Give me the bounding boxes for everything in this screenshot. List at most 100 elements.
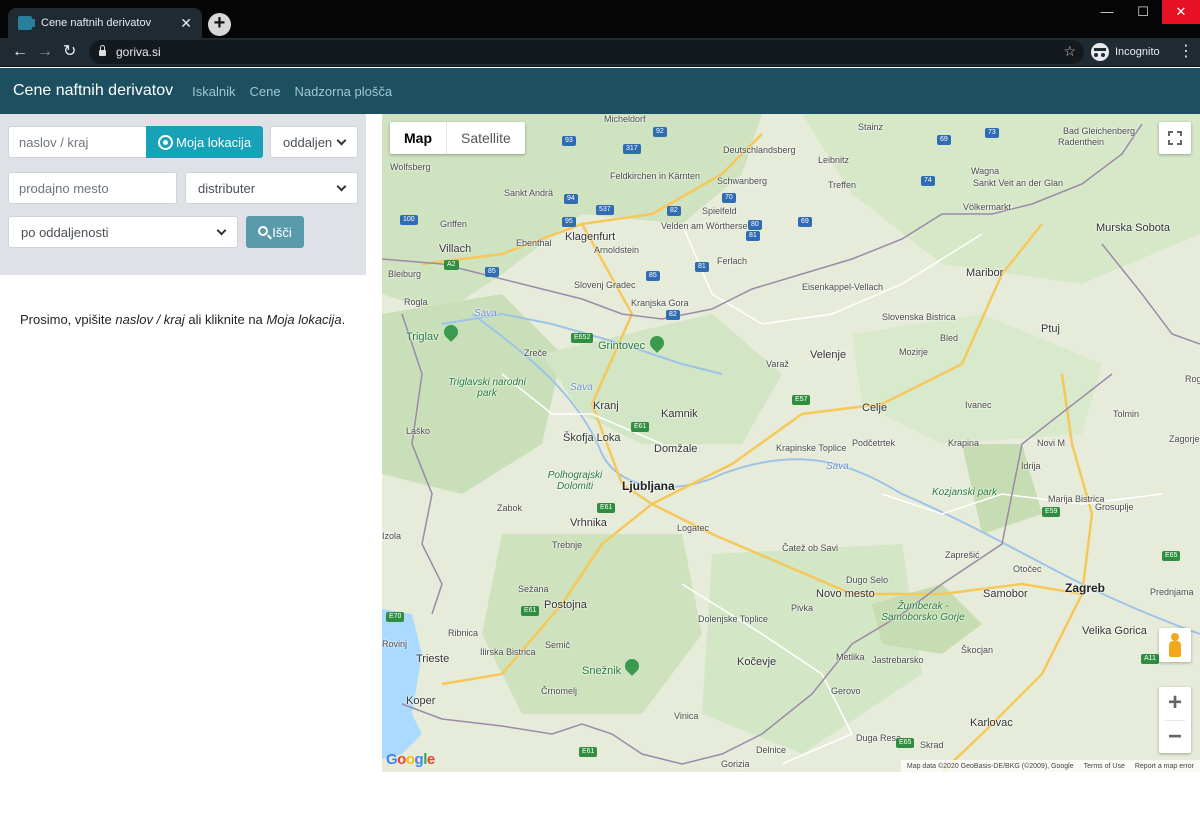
- road-shield: 74: [921, 176, 935, 186]
- map-attribution: Map data ©2020 GeoBasis-DE/BKG (©2009), …: [900, 760, 1200, 772]
- reload-icon[interactable]: ↻: [63, 43, 76, 61]
- lock-icon[interactable]: [99, 45, 106, 56]
- chevron-down-icon: [336, 135, 347, 145]
- map-label: Radenthein: [1058, 137, 1105, 147]
- map-label: Sava: [474, 308, 497, 319]
- map-label: Domžale: [654, 443, 698, 455]
- map-label: Kranjska Gora: [631, 298, 689, 308]
- search-hint: Prosimo, vpišite naslov / kraj ali klikn…: [20, 312, 346, 327]
- map-label: Delnice: [756, 745, 787, 755]
- search-button[interactable]: Išči: [246, 216, 304, 248]
- bookmark-star-icon[interactable]: ☆: [1063, 43, 1076, 60]
- browser-menu-icon[interactable]: ⋮: [1178, 42, 1194, 62]
- chevron-down-icon: [336, 181, 347, 191]
- road-shield: E65: [896, 738, 915, 748]
- google-logo[interactable]: Google: [386, 751, 435, 768]
- map-label: Rogaška Slatina: [1185, 374, 1200, 384]
- address-bar[interactable]: goriva.si ☆: [89, 40, 1084, 64]
- map-label: Pivka: [791, 603, 814, 613]
- address-input[interactable]: naslov / kraj: [8, 126, 147, 158]
- map-label: Dugo Selo: [846, 575, 889, 585]
- map-label: Velden am Wörthersee: [661, 221, 753, 231]
- map-label: Prednjama: [1150, 587, 1194, 597]
- map-label: Karlovac: [970, 717, 1013, 729]
- map-label: Krapinske Toplice: [776, 443, 847, 453]
- map-label: Postojna: [544, 599, 587, 611]
- incognito-indicator[interactable]: Incognito: [1091, 41, 1160, 63]
- map-label: Ferlach: [717, 256, 748, 266]
- map-label: Bled: [940, 333, 959, 343]
- report-map-error-link[interactable]: Report a map error: [1135, 763, 1194, 770]
- distributor-select[interactable]: distributer: [185, 172, 358, 204]
- maximize-window-icon[interactable]: ☐: [1124, 0, 1162, 24]
- navbar-brand[interactable]: Cene naftnih derivatov: [13, 82, 173, 100]
- map-label: Logatec: [677, 523, 710, 533]
- map-label: Slovenj Gradec: [574, 280, 636, 290]
- map[interactable]: Ljubljana Zagreb Villach Klagenfurt Mari…: [382, 114, 1200, 772]
- map-label: Krapina: [948, 438, 980, 448]
- map-type-control: Map Satellite: [390, 122, 525, 154]
- map-label: Koper: [406, 695, 436, 707]
- forward-arrow-icon[interactable]: →: [37, 43, 53, 61]
- map-label: Slovenska Bistrica: [882, 312, 956, 322]
- map-label: Kozjanski park: [932, 487, 998, 498]
- road-shield: 94: [564, 194, 578, 204]
- close-tab-icon[interactable]: ✕: [180, 16, 192, 30]
- road-shield: 80: [748, 220, 762, 230]
- street-view-pegman[interactable]: [1159, 628, 1191, 662]
- station-input-placeholder: prodajno mesto: [19, 180, 109, 196]
- address-input-placeholder: naslov / kraj: [19, 134, 89, 150]
- road-shield: E57: [792, 395, 811, 405]
- map-label: Semič: [545, 640, 571, 650]
- road-shield: 317: [623, 144, 641, 154]
- map-label: Novi M: [1037, 438, 1066, 448]
- map-label: Varaž: [766, 359, 789, 369]
- map-label: Zreče: [524, 348, 548, 358]
- url-text[interactable]: goriva.si: [116, 45, 161, 59]
- map-label: Črnomelj: [541, 686, 578, 696]
- map-label: Leibnitz: [818, 155, 850, 165]
- map-type-map-button[interactable]: Map: [390, 122, 447, 154]
- road-shield: 92: [653, 127, 667, 137]
- nav-link-iskalnik[interactable]: Iskalnik: [192, 84, 235, 99]
- map-type-satellite-button[interactable]: Satellite: [447, 122, 525, 154]
- map-label: Ribnica: [448, 628, 479, 638]
- map-label: Škocjan: [961, 645, 994, 655]
- crosshair-icon: [158, 134, 173, 150]
- map-label: Dolenjske Toplice: [698, 614, 768, 624]
- map-label: Velenje: [810, 349, 847, 361]
- map-label: Kranj: [593, 400, 619, 412]
- road-shield: 100: [400, 215, 418, 225]
- map-label: Trieste: [416, 653, 450, 665]
- new-tab-button[interactable]: +: [208, 13, 231, 36]
- nav-link-nadzorna-plosca[interactable]: Nadzorna plošča: [295, 84, 393, 99]
- map-label: Žumberak - Samoborsko Gorje: [881, 601, 965, 623]
- nav-link-cene[interactable]: Cene: [249, 84, 280, 99]
- zoom-out-button[interactable]: −: [1159, 721, 1191, 754]
- browser-tab[interactable]: Cene naftnih derivatov ✕: [8, 8, 202, 38]
- map-label: Vrhnika: [570, 517, 607, 529]
- map-label: Bleiburg: [388, 269, 422, 279]
- map-label: Podčetrtek: [852, 438, 896, 448]
- map-label: Sežana: [518, 584, 549, 594]
- my-location-label: Moja lokacija: [176, 134, 252, 150]
- minimize-window-icon[interactable]: —: [1088, 0, 1126, 24]
- map-label: Zaprešić: [945, 550, 980, 560]
- map-label: Zagorje ob Savi: [1169, 434, 1200, 444]
- terms-of-use-link[interactable]: Terms of Use: [1084, 763, 1125, 770]
- distance-select[interactable]: oddaljen: [270, 126, 358, 158]
- station-input[interactable]: prodajno mesto: [8, 172, 177, 204]
- map-label: Laško: [406, 426, 431, 436]
- map-label: Murska Sobota: [1096, 222, 1170, 234]
- back-arrow-icon[interactable]: ←: [12, 43, 28, 61]
- road-shield: 73: [985, 128, 999, 138]
- map-label: Polhograjski Dolomiti: [547, 470, 603, 492]
- map-label: Čatež ob Savi: [782, 543, 839, 553]
- zoom-in-button[interactable]: +: [1159, 687, 1191, 720]
- fullscreen-button[interactable]: [1159, 122, 1191, 154]
- close-window-icon[interactable]: ✕: [1162, 0, 1200, 24]
- road-shield: A11: [1141, 654, 1159, 664]
- road-shield: E59: [1042, 507, 1061, 517]
- sort-select[interactable]: po oddaljenosti: [8, 216, 238, 248]
- my-location-button[interactable]: Moja lokacija: [146, 126, 263, 158]
